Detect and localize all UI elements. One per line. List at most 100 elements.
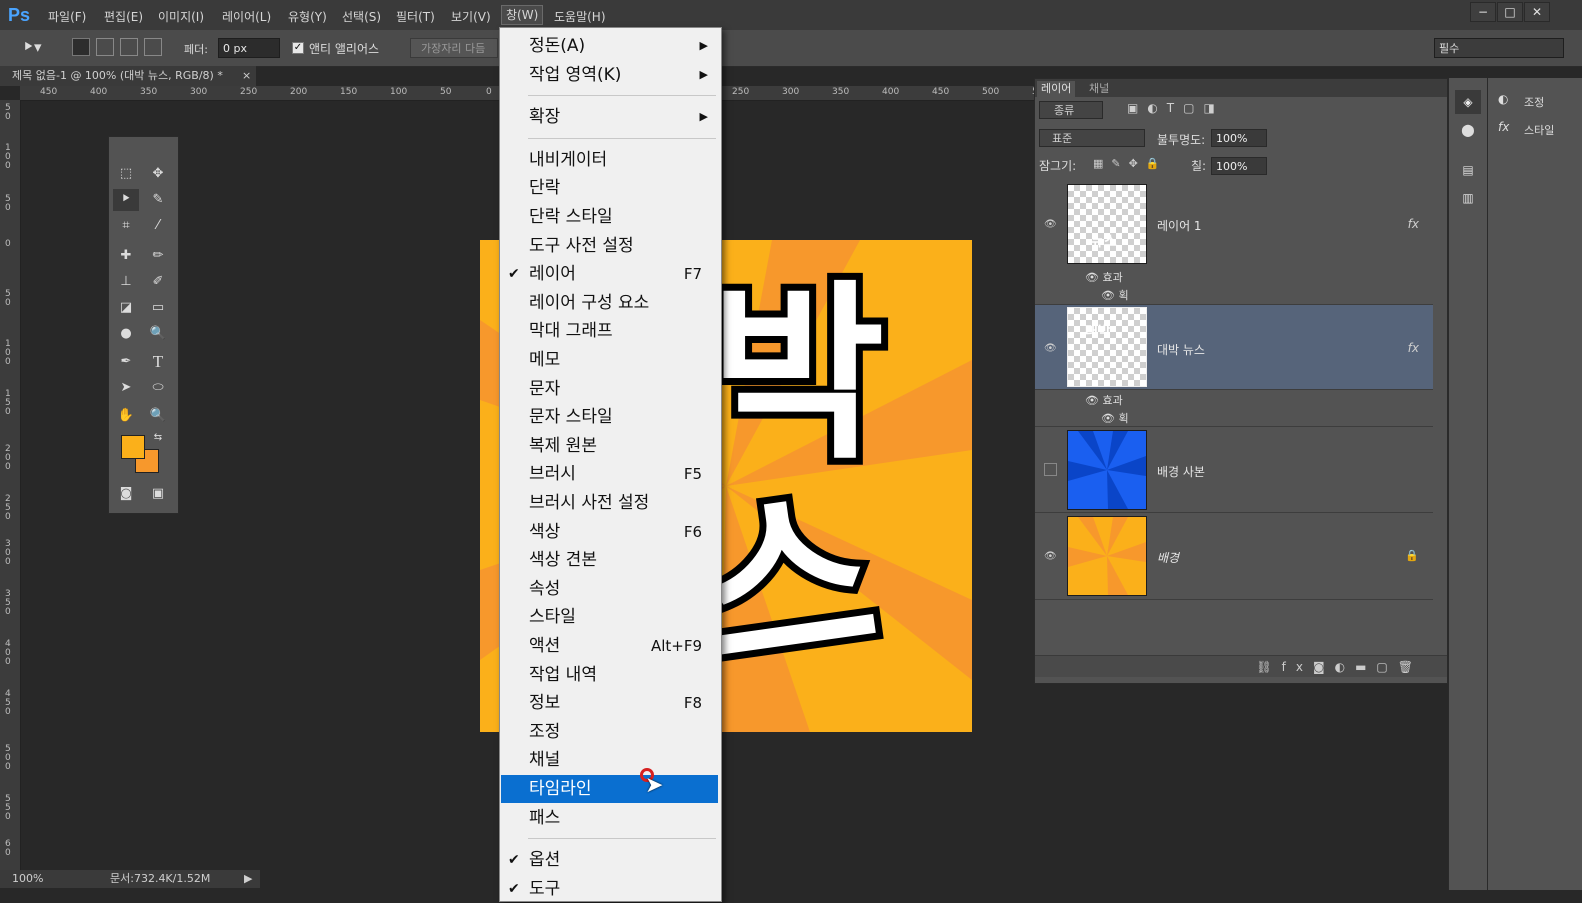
window-menu-item[interactable]: 타임라인 bbox=[501, 775, 718, 803]
pen-tool-icon[interactable]: ✒ bbox=[113, 351, 139, 373]
history-brush-icon[interactable]: ✐ bbox=[145, 271, 171, 293]
healing-brush-icon[interactable]: ✚ bbox=[113, 245, 139, 267]
fx-icon[interactable]: fx bbox=[1408, 341, 1419, 355]
add-selection-icon[interactable] bbox=[96, 38, 114, 56]
window-menu-item[interactable]: 작업 영역(K) ▶ bbox=[501, 61, 718, 89]
quick-mask-icon[interactable]: ◙ bbox=[113, 483, 139, 505]
swap-colors-icon[interactable]: ⇆ bbox=[145, 427, 171, 449]
properties-dock-icon[interactable]: ▤ bbox=[1455, 158, 1481, 182]
feather-input[interactable]: 0 px bbox=[218, 38, 280, 58]
window-menu-item[interactable]: 작업 내역 bbox=[501, 661, 718, 689]
layers-panel-footer-icons[interactable]: ⛓fx◙◐▬▢🗑 bbox=[1035, 655, 1447, 677]
layer-name[interactable]: 배경 사본 bbox=[1157, 463, 1205, 480]
window-menu-item[interactable]: 브러시 F5 bbox=[501, 460, 718, 488]
menu-file[interactable]: 파일(F) bbox=[48, 8, 86, 25]
lock-icons[interactable]: ▦✎✥🔒 bbox=[1093, 157, 1168, 170]
menu-edit[interactable]: 편집(E) bbox=[104, 8, 143, 25]
intersect-selection-icon[interactable] bbox=[144, 38, 162, 56]
effects-row[interactable]: 👁 효과 bbox=[1085, 269, 1123, 285]
subtract-selection-icon[interactable] bbox=[120, 38, 138, 56]
status-menu-arrow-icon[interactable]: ▶ bbox=[244, 870, 252, 888]
shape-tool-icon[interactable]: ⬭ bbox=[145, 377, 171, 399]
effects-row[interactable]: 👁 효과 bbox=[1085, 392, 1123, 408]
new-selection-icon[interactable] bbox=[72, 38, 90, 56]
notes-dock-icon[interactable]: ▥ bbox=[1455, 186, 1481, 210]
window-menu-item[interactable]: 레이어 구성 요소 bbox=[501, 289, 718, 317]
brush-tool-icon[interactable]: ✏ bbox=[145, 245, 171, 267]
fx-icon[interactable]: fx bbox=[1408, 217, 1419, 231]
move-tool-icon[interactable]: ✥ bbox=[145, 163, 171, 185]
tab-layers[interactable]: 레이어 bbox=[1037, 81, 1076, 97]
dodge-tool-icon[interactable]: 🔍 bbox=[145, 323, 171, 345]
window-menu-item[interactable]: 색상 F6 bbox=[501, 518, 718, 546]
layer-filter-icons[interactable]: ▣◐T▢◨ bbox=[1127, 101, 1224, 115]
menu-view[interactable]: 보기(V) bbox=[451, 8, 491, 25]
window-menu-item[interactable]: 도구 사전 설정 bbox=[501, 232, 718, 260]
adjustments-label[interactable]: 조정 bbox=[1524, 94, 1544, 110]
channels-dock-icon[interactable]: ⬤ bbox=[1455, 118, 1481, 142]
visibility-eye-icon[interactable]: 👁 bbox=[1044, 343, 1058, 354]
gradient-tool-icon[interactable]: ▭ bbox=[145, 297, 171, 319]
window-menu-item[interactable]: 단락 스타일 bbox=[501, 203, 718, 231]
window-menu-item[interactable]: 정돈(A) ▶ bbox=[501, 32, 718, 60]
minimize-button[interactable]: − bbox=[1470, 2, 1496, 22]
window-menu-item[interactable]: 액션 Alt+F9 bbox=[501, 632, 718, 660]
close-tab-icon[interactable]: × bbox=[242, 66, 251, 86]
foreground-color-swatch[interactable] bbox=[121, 435, 145, 459]
visibility-eye-icon[interactable]: 👁 bbox=[1044, 551, 1058, 562]
menu-select[interactable]: 선택(S) bbox=[342, 8, 381, 25]
adjustments-dock-icon[interactable]: ◐ bbox=[1498, 92, 1508, 106]
document-tab[interactable]: 제목 없음-1 @ 100% (대박 뉴스, RGB/8) * × bbox=[0, 66, 256, 86]
window-menu-item[interactable]: 스타일 bbox=[501, 603, 718, 631]
window-menu-item[interactable]: 복제 원본 bbox=[501, 432, 718, 460]
layer-row-daebak-news[interactable]: 👁 대박 대박 뉴스 fx bbox=[1035, 305, 1433, 390]
window-menu-item[interactable]: 조정 bbox=[501, 718, 718, 746]
window-menu-item[interactable]: 패스 bbox=[501, 804, 718, 832]
layer-name[interactable]: 대박 뉴스 bbox=[1157, 341, 1205, 358]
workspace-select[interactable]: 필수 bbox=[1434, 38, 1564, 58]
screen-mode-icon[interactable]: ▣ bbox=[145, 483, 171, 505]
marquee-tool-icon[interactable]: ⬚ bbox=[113, 163, 139, 185]
eraser-tool-icon[interactable]: ◪ bbox=[113, 297, 139, 319]
eyedropper-icon[interactable]: ⁄ bbox=[145, 215, 171, 237]
menu-type[interactable]: 유형(Y) bbox=[288, 8, 327, 25]
blur-tool-icon[interactable]: ● bbox=[113, 323, 139, 345]
window-menu-item[interactable]: 문자 bbox=[501, 375, 718, 403]
path-select-icon[interactable]: ➤ bbox=[113, 377, 139, 399]
close-window-button[interactable]: ✕ bbox=[1524, 2, 1550, 22]
effect-stroke-row[interactable]: 👁 획 bbox=[1101, 287, 1129, 303]
opacity-input[interactable]: 100% bbox=[1211, 129, 1267, 147]
antialias-checkbox[interactable]: ✓ bbox=[292, 42, 304, 54]
refine-edge-button[interactable]: 가장자리 다듬 bbox=[410, 38, 498, 58]
window-menu-item[interactable]: ✔ 옵션 bbox=[501, 846, 718, 874]
window-menu-item[interactable]: 브러시 사전 설정 bbox=[501, 489, 718, 517]
crop-tool-icon[interactable]: ⌗ bbox=[113, 215, 139, 237]
layer-row-background[interactable]: 👁 배경 🔒 bbox=[1035, 513, 1433, 600]
stamp-tool-icon[interactable]: ⊥ bbox=[113, 271, 139, 293]
visibility-checkbox[interactable] bbox=[1044, 463, 1057, 476]
menu-image[interactable]: 이미지(I) bbox=[158, 8, 204, 25]
window-menu-item[interactable]: 문자 스타일 bbox=[501, 403, 718, 431]
effect-stroke-row[interactable]: 👁 획 bbox=[1101, 410, 1129, 426]
window-menu-item[interactable]: 속성 bbox=[501, 575, 718, 603]
maximize-button[interactable]: □ bbox=[1497, 2, 1523, 22]
window-menu-item[interactable]: 확장 ▶ bbox=[501, 103, 718, 131]
type-tool-icon[interactable]: T bbox=[145, 351, 171, 373]
window-menu-item[interactable]: 막대 그래프 bbox=[501, 317, 718, 345]
polygonal-lasso-preset-icon[interactable]: ⯈▾ bbox=[22, 38, 56, 58]
menu-layer[interactable]: 레이어(L) bbox=[222, 8, 271, 25]
fill-input[interactable]: 100% bbox=[1211, 157, 1267, 175]
zoom-tool-icon[interactable]: 🔍 bbox=[145, 405, 171, 427]
window-menu-item[interactable]: ✔ 레이어 F7 bbox=[501, 260, 718, 288]
lasso-tool-icon[interactable]: ⯈ bbox=[113, 189, 139, 211]
tab-channels[interactable]: 채널 bbox=[1085, 81, 1113, 97]
window-menu-item[interactable]: ✔ 도구 bbox=[501, 875, 718, 903]
styles-dock-icon[interactable]: fx bbox=[1498, 120, 1509, 134]
window-menu-item[interactable]: 내비게이터 bbox=[501, 146, 718, 174]
document-info[interactable]: 문서:732.4K/1.52M bbox=[110, 870, 210, 888]
menu-window[interactable]: 창(W) bbox=[500, 5, 544, 25]
layer-row-layer1[interactable]: 👁 뉴스 레이어 1 fx 👁 효과 👁 획 bbox=[1035, 181, 1433, 305]
window-menu-item[interactable]: 색상 견본 bbox=[501, 546, 718, 574]
zoom-level[interactable]: 100% bbox=[12, 870, 43, 888]
hand-tool-icon[interactable]: ✋ bbox=[113, 405, 139, 427]
